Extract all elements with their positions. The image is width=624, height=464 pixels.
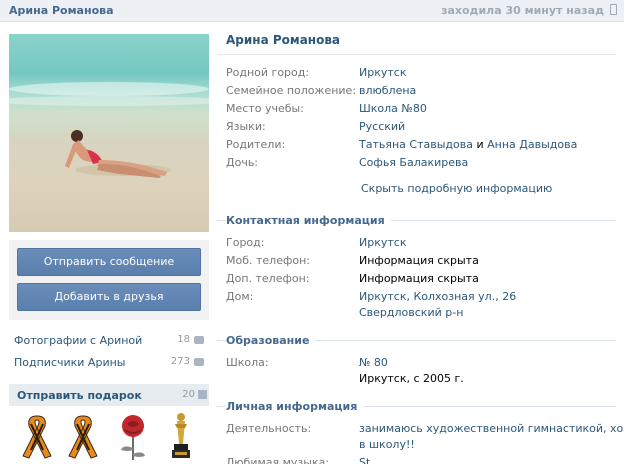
subscribers-link[interactable]: Подписчики Арины 273 — [14, 356, 204, 372]
study-place-link[interactable]: Школа №80 — [359, 102, 427, 115]
parents-separator: и — [472, 138, 488, 151]
divider — [217, 54, 616, 55]
info-label: Дом: — [226, 290, 254, 303]
camera-icon — [194, 336, 204, 344]
photo-wave-2 — [9, 96, 209, 106]
parent-link[interactable]: Татьяна Ставыдова — [359, 138, 473, 151]
activity-link[interactable]: занимаюсь художественной гимнастикой, хо… — [359, 422, 624, 435]
info-label: Школа: — [226, 356, 269, 369]
school-link[interactable]: № 80 — [359, 356, 388, 369]
info-row-activity: Деятельность: занимаюсь художественной г… — [226, 422, 624, 438]
photos-count: 18 — [177, 334, 190, 345]
info-row-city: Город: Иркутск — [226, 236, 616, 252]
info-row-study: Место учебы: Школа №80 — [226, 102, 616, 118]
hide-details-link[interactable]: Скрыть подробную информацию — [361, 182, 552, 195]
info-row-mobile: Моб. телефон: Информация скрыта — [226, 254, 616, 270]
daughter-link[interactable]: Софья Балакирева — [359, 156, 468, 169]
people-icon — [194, 358, 204, 366]
parent-link[interactable]: Анна Давыдова — [487, 138, 577, 151]
parents-value: Татьяна Ставыдова и Анна Давыдова — [359, 138, 577, 151]
photo-wave — [9, 82, 209, 96]
header-user-name[interactable]: Арина Романова — [9, 4, 114, 17]
photos-with-user-link[interactable]: Фотографии с Ариной 18 — [14, 334, 204, 350]
info-row-relationship: Семейное положение: влюблена — [226, 84, 616, 100]
info-row-parents: Родители: Татьяна Ставыдова и Анна Давыд… — [226, 138, 616, 154]
send-message-button[interactable]: Отправить сообщение — [17, 248, 201, 276]
info-row-school: Школа: № 80 — [226, 356, 616, 372]
gift-icon — [198, 390, 207, 399]
personal-section-title: Личная информация — [226, 400, 364, 413]
gift-ribbon-icon[interactable] — [17, 410, 57, 464]
district-link[interactable]: Свердловский р-н — [359, 306, 463, 319]
info-row-home-district: Свердловский р-н — [226, 306, 616, 322]
music-link[interactable]: St — [359, 456, 370, 464]
profile-photo[interactable] — [9, 34, 209, 232]
mobile-phone-value: Информация скрыта — [359, 254, 479, 267]
info-label: Семейное положение: — [226, 84, 357, 97]
info-row-hometown: Родной город: Иркутск — [226, 66, 616, 82]
info-row-extra-phone: Доп. телефон: Информация скрыта — [226, 272, 616, 288]
extra-phone-value: Информация скрыта — [359, 272, 479, 285]
photo-person-figure — [65, 130, 171, 178]
send-gift-title: Отправить подарок — [17, 389, 142, 402]
gift-statuette-icon[interactable] — [161, 410, 201, 464]
subscribers-link-label: Подписчики Арины — [14, 356, 126, 369]
info-label: Деятельность: — [226, 422, 312, 435]
info-label: Родители: — [226, 138, 286, 151]
info-label: Любимая музыка: — [226, 456, 330, 464]
info-label: Доп. телефон: — [226, 272, 310, 285]
mobile-device-icon — [610, 4, 617, 15]
hometown-link[interactable]: Иркутск — [359, 66, 406, 79]
contacts-section-title: Контактная информация — [226, 214, 391, 227]
education-section-title: Образование — [226, 334, 316, 347]
send-gift-header[interactable]: Отправить подарок 20 — [9, 384, 209, 406]
info-row-activity-cont: в школу!! — [226, 438, 616, 454]
subscribers-count: 273 — [170, 356, 190, 367]
action-panel: Отправить сообщение Добавить в друзья — [9, 240, 209, 320]
page-title: Арина Романова — [226, 33, 341, 47]
info-row-music: Любимая музыка: St — [226, 456, 616, 464]
activity-link-cont[interactable]: в школу!! — [359, 438, 415, 451]
info-label: Родной город: — [226, 66, 310, 79]
info-label: Город: — [226, 236, 265, 249]
last-seen-status: заходила 30 минут назад — [441, 4, 604, 17]
home-address-link[interactable]: Иркутск, Колхозная ул., 26 — [359, 290, 516, 303]
info-row-home: Дом: Иркутск, Колхозная ул., 26 — [226, 290, 616, 306]
school-detail: Иркутск, с 2005 г. — [359, 372, 464, 385]
city-link[interactable]: Иркутск — [359, 236, 406, 249]
language-link[interactable]: Русский — [359, 120, 405, 133]
add-friend-button[interactable]: Добавить в друзья — [17, 283, 201, 311]
info-row-daughter: Дочь: Софья Балакирева — [226, 156, 616, 172]
info-row-school-detail: Иркутск, с 2005 г. — [226, 372, 616, 388]
profile-header-bar: Арина Романова заходила 30 минут назад — [0, 0, 624, 22]
gifts-count: 20 — [182, 389, 195, 400]
gift-ribbon-icon[interactable] — [63, 410, 103, 464]
info-label: Место учебы: — [226, 102, 304, 115]
info-label: Дочь: — [226, 156, 259, 169]
info-row-languages: Языки: Русский — [226, 120, 616, 136]
info-label: Моб. телефон: — [226, 254, 311, 267]
relationship-link[interactable]: влюблена — [359, 84, 416, 97]
gift-rose-icon[interactable] — [113, 410, 153, 464]
info-label: Языки: — [226, 120, 266, 133]
photos-link-label: Фотографии с Ариной — [14, 334, 143, 347]
